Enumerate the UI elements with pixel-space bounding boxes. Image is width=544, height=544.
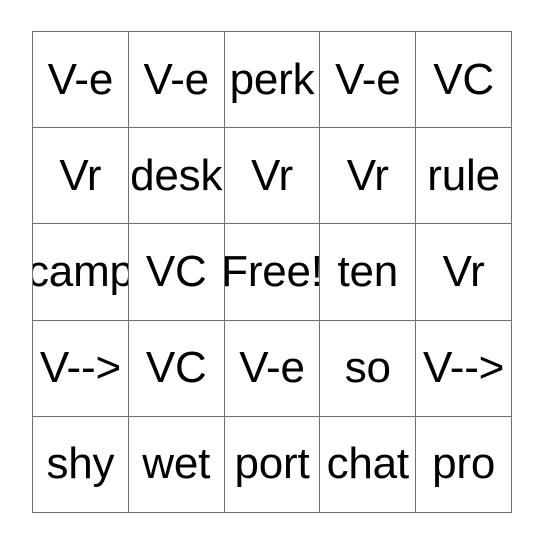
bingo-cell-r2c1[interactable]: Vr [33,128,129,225]
bingo-cell-label: wet [142,439,211,489]
bingo-cell-r1c3[interactable]: perk [224,32,321,129]
bingo-card-grid: V-e V-e perk V-e VC Vr desk Vr Vr rule c… [32,31,512,513]
bingo-cell-r1c4[interactable]: V-e [320,32,417,129]
bingo-cell-label: Vr [251,150,293,200]
bingo-cell-label: V-e [239,343,305,393]
bingo-cell-label: Vr [59,150,102,200]
bingo-cell-label: V--> [39,343,121,393]
free-space-label: Free! [224,246,321,296]
bingo-cell-r5c5[interactable]: pro [416,416,512,513]
bingo-cell-label: shy [46,439,115,489]
bingo-cell-label: camp [33,246,129,296]
bingo-cell-r2c3[interactable]: Vr [224,128,321,225]
bingo-cell-label: V-e [47,54,114,104]
bingo-cell-label: ten [337,246,399,296]
bingo-cell-r2c2[interactable]: desk [128,128,225,225]
bingo-cell-r4c3[interactable]: V-e [224,320,321,417]
bingo-cell-label: perk [229,54,315,104]
bingo-cell-free-space[interactable]: Free! [224,224,321,321]
bingo-cell-label: V-e [335,54,401,104]
bingo-cell-label: V-e [143,54,209,104]
bingo-cell-label: desk [130,150,223,200]
bingo-cell-r4c4[interactable]: so [320,320,417,417]
bingo-cell-r2c5[interactable]: rule [416,128,512,225]
bingo-cell-label: VC [433,54,494,104]
bingo-cell-label: pro [432,439,496,489]
bingo-cell-label: rule [427,150,500,200]
bingo-cell-r4c1[interactable]: V--> [33,320,129,417]
bingo-cell-r5c4[interactable]: chat [320,416,417,513]
bingo-cell-r3c4[interactable]: ten [320,224,417,321]
bingo-cell-label: so [344,343,391,393]
bingo-cell-r4c5[interactable]: V--> [416,320,512,417]
bingo-cell-r3c2[interactable]: VC [128,224,225,321]
bingo-cell-label: chat [326,439,410,489]
bingo-cell-label: port [234,439,310,489]
bingo-cell-r2c4[interactable]: Vr [320,128,417,225]
bingo-cell-label: VC [145,343,207,393]
bingo-cell-r3c5[interactable]: Vr [416,224,512,321]
bingo-cell-r4c2[interactable]: VC [128,320,225,417]
bingo-cell-r1c1[interactable]: V-e [33,32,129,129]
bingo-cell-r5c1[interactable]: shy [33,416,129,513]
bingo-cell-label: Vr [346,150,389,200]
bingo-cell-r3c1[interactable]: camp [33,224,129,321]
bingo-cell-r5c2[interactable]: wet [128,416,225,513]
bingo-cell-r1c2[interactable]: V-e [128,32,225,129]
bingo-cell-label: VC [145,246,207,296]
bingo-cell-r1c5[interactable]: VC [416,32,512,129]
bingo-cell-label: V--> [423,343,505,393]
bingo-cell-r5c3[interactable]: port [224,416,321,513]
bingo-cell-label: Vr [442,246,485,296]
